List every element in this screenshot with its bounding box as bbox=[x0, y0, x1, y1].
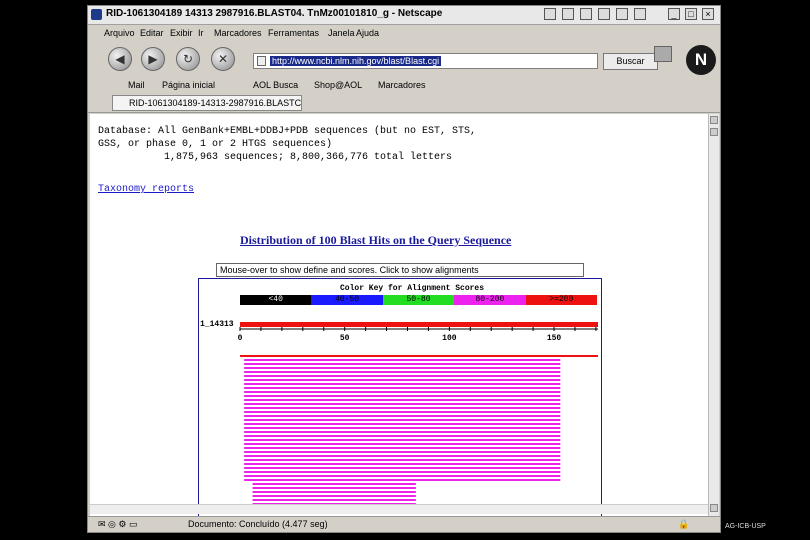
forward-arrow-icon[interactable]: ▶ bbox=[141, 47, 165, 71]
hit-bar-32[interactable] bbox=[244, 479, 561, 481]
hit-bar-4[interactable] bbox=[244, 367, 561, 369]
hit-bar-13[interactable] bbox=[244, 403, 561, 405]
quicklaunch-icon-6[interactable] bbox=[634, 8, 646, 20]
hit-bar-7[interactable] bbox=[244, 379, 561, 381]
hit-bar-20[interactable] bbox=[244, 431, 561, 433]
url-text: http://www.ncbi.nlm.nih.gov/blast/Blast.… bbox=[270, 56, 442, 66]
x-tick-label: 150 bbox=[547, 334, 562, 343]
hit-bar-2[interactable] bbox=[244, 359, 561, 361]
menu-editar[interactable]: Editar bbox=[140, 28, 164, 38]
hit-bar-3[interactable] bbox=[244, 363, 561, 365]
alignment-graph-svg: 1_14313 0 50 100 150 bbox=[200, 320, 598, 513]
menu-exibir[interactable]: Exibir bbox=[170, 28, 193, 38]
status-text: Documento: Concluído (4.477 seg) bbox=[188, 519, 328, 529]
quicklaunch-icon-3[interactable] bbox=[580, 8, 592, 20]
hit-bar-31[interactable] bbox=[244, 475, 561, 477]
bookmark-home[interactable]: Página inicial bbox=[162, 80, 215, 90]
query-bar bbox=[240, 322, 598, 327]
x-tick-label: 100 bbox=[442, 334, 457, 343]
hit-bar-12[interactable] bbox=[244, 399, 561, 401]
hit-bar-25[interactable] bbox=[244, 451, 561, 453]
bookmark-marcadores[interactable]: Marcadores bbox=[378, 80, 426, 90]
hit-bar-10[interactable] bbox=[244, 391, 561, 393]
page-icon bbox=[257, 56, 266, 66]
hit-bar-17[interactable] bbox=[244, 419, 561, 421]
hit-bar-30[interactable] bbox=[244, 471, 561, 473]
vertical-scrollbar[interactable] bbox=[708, 114, 719, 516]
personal-toolbar: Mail Página inicial AOL Busca Shop@AOL M… bbox=[88, 79, 720, 93]
quicklaunch-icon-5[interactable] bbox=[616, 8, 628, 20]
hit-bar-34[interactable] bbox=[252, 487, 416, 489]
hit-bar-21[interactable] bbox=[244, 435, 561, 437]
back-arrow-icon[interactable]: ◀ bbox=[108, 47, 132, 71]
x-tick-label: 0 bbox=[238, 334, 243, 343]
hit-bar-15[interactable] bbox=[244, 411, 561, 413]
title-bar: RID-1061304189 14313 2987916.BLAST04. Tn… bbox=[88, 6, 720, 25]
hit-bar-23[interactable] bbox=[244, 443, 561, 445]
quicklaunch-icon-4[interactable] bbox=[598, 8, 610, 20]
horizontal-scrollbar[interactable] bbox=[90, 504, 708, 514]
hit-bar-24[interactable] bbox=[244, 447, 561, 449]
menu-ferramentas[interactable]: Ferramentas bbox=[268, 28, 319, 38]
tab-bar: RID-1061304189-14313-2987916.BLASTC... bbox=[88, 94, 720, 113]
url-field[interactable]: http://www.ncbi.nlm.nih.gov/blast/Blast.… bbox=[253, 53, 598, 69]
search-button[interactable]: Buscar bbox=[603, 53, 658, 70]
menu-arquivo[interactable]: Arquivo bbox=[104, 28, 135, 38]
hit-bar-26[interactable] bbox=[244, 455, 561, 457]
reload-icon[interactable]: ↻ bbox=[176, 47, 200, 71]
hit-bar-1[interactable] bbox=[240, 355, 598, 357]
security-lock-icon: 🔒 bbox=[678, 519, 690, 529]
hit-bar-29[interactable] bbox=[244, 467, 561, 469]
corner-credit: AG-ICB-USP bbox=[725, 523, 766, 530]
minimize-button[interactable]: _ bbox=[668, 8, 680, 20]
menu-ajuda[interactable]: Ajuda bbox=[356, 28, 379, 38]
window-title: RID-1061304189 14313 2987916.BLAST04. Tn… bbox=[106, 8, 443, 19]
query-label: 1_14313 bbox=[200, 320, 234, 329]
hit-bar-6[interactable] bbox=[244, 375, 561, 377]
hit-bar-5[interactable] bbox=[244, 371, 561, 373]
quicklaunch-icon-2[interactable] bbox=[562, 8, 574, 20]
tab-blast-result[interactable]: RID-1061304189-14313-2987916.BLASTC... bbox=[112, 95, 302, 111]
stop-icon[interactable]: ✕ bbox=[211, 47, 235, 71]
quicklaunch-icon-1[interactable] bbox=[544, 8, 556, 20]
netscape-app-icon bbox=[91, 9, 102, 20]
scroll-down-arrow[interactable] bbox=[710, 504, 718, 512]
menu-ir[interactable]: Ir bbox=[198, 28, 204, 38]
scroll-up-arrow[interactable] bbox=[710, 116, 718, 124]
hit-bar-11[interactable] bbox=[244, 395, 561, 397]
hit-bar-22[interactable] bbox=[244, 439, 561, 441]
hit-bar-8[interactable] bbox=[244, 383, 561, 385]
hit-bar-35[interactable] bbox=[252, 491, 416, 493]
bookmark-mail[interactable]: Mail bbox=[128, 80, 145, 90]
hit-bar-9[interactable] bbox=[244, 387, 561, 389]
menu-janela[interactable]: Janela bbox=[328, 28, 355, 38]
bookmark-aol-busca[interactable]: AOL Busca bbox=[253, 80, 298, 90]
maximize-button[interactable]: □ bbox=[685, 8, 697, 20]
menu-marcadores[interactable]: Marcadores bbox=[214, 28, 262, 38]
hit-bar-18[interactable] bbox=[244, 423, 561, 425]
menu-bar: Arquivo Editar Exibir Ir Marcadores Ferr… bbox=[88, 25, 720, 41]
hit-bar-14[interactable] bbox=[244, 407, 561, 409]
hit-bar-37[interactable] bbox=[252, 499, 416, 501]
scroll-thumb[interactable] bbox=[710, 128, 718, 136]
browser-window: RID-1061304189 14313 2987916.BLAST04. Tn… bbox=[87, 5, 721, 533]
hit-bar-16[interactable] bbox=[244, 415, 561, 417]
close-button[interactable]: × bbox=[702, 8, 714, 20]
x-tick-label: 50 bbox=[340, 334, 350, 343]
hit-bar-33[interactable] bbox=[252, 483, 416, 485]
hit-bar-36[interactable] bbox=[252, 495, 416, 497]
bookmark-shop-aol[interactable]: Shop@AOL bbox=[314, 80, 362, 90]
print-icon[interactable] bbox=[654, 46, 672, 62]
hit-bar-19[interactable] bbox=[244, 427, 561, 429]
page-content: Database: All GenBank+EMBL+DDBJ+PDB sequ… bbox=[90, 114, 708, 516]
hit-bar-28[interactable] bbox=[244, 463, 561, 465]
netscape-logo-icon: N bbox=[686, 45, 716, 75]
status-icons: ✉ ◎ ⚙ ▭ bbox=[98, 519, 138, 529]
status-bar: ✉ ◎ ⚙ ▭ Documento: Concluído (4.477 seg)… bbox=[88, 516, 720, 532]
hit-bar-27[interactable] bbox=[244, 459, 561, 461]
navigation-toolbar: ◀ ▶ ↻ ✕ http://www.ncbi.nlm.nih.gov/blas… bbox=[88, 42, 720, 78]
